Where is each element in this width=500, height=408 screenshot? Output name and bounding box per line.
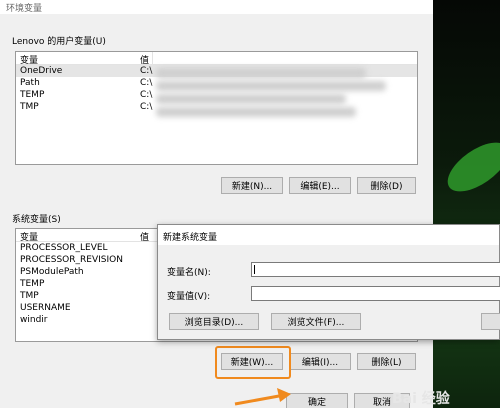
var-value: C:\ [140, 78, 153, 88]
var-name: PROCESSOR_LEVEL [20, 243, 108, 253]
text-caret [254, 265, 255, 274]
var-name: TEMP [20, 279, 45, 289]
dialog-ok-button-partial[interactable] [481, 313, 500, 330]
sub-dialog-titlebar: 新建系统变量 [158, 225, 499, 245]
redacted-value [156, 94, 346, 104]
title-bar: 环境变量 [0, 0, 433, 14]
ok-button[interactable]: 确定 [286, 393, 348, 408]
system-vars-label: 系统变量(S) [12, 215, 61, 225]
redacted-value [156, 68, 366, 78]
redacted-value [156, 81, 386, 91]
var-name: TEMP [20, 90, 45, 100]
variable-value-label: 变量值(V): [167, 292, 211, 302]
desktop-background [433, 0, 500, 408]
environment-variables-dialog: 环境变量 Lenovo 的用户变量(U) 变量 值 OneDrive C:\ P… [0, 0, 433, 408]
var-value: C:\ [140, 102, 153, 112]
var-name: TMP [20, 291, 39, 301]
var-name: windir [20, 315, 48, 325]
var-name: OneDrive [20, 66, 63, 76]
leaf-shape [439, 132, 500, 202]
var-name: PSModulePath [20, 267, 84, 277]
system-delete-button[interactable]: 删除(L) [357, 353, 416, 370]
baidu-watermark: Bai 经验 [392, 391, 450, 407]
arrow-annotation [234, 388, 291, 406]
new-system-variable-dialog: 新建系统变量 变量名(N): 变量值(V): 浏览目录(D)... 浏览文件(F… [157, 224, 500, 340]
user-vars-list[interactable]: 变量 值 OneDrive C:\ Path C:\ TEMP C:\ TMP … [15, 51, 418, 165]
var-name: Path [20, 78, 40, 88]
variable-value-input[interactable] [251, 286, 500, 301]
user-vars-header: 变量 值 [16, 52, 417, 66]
var-name: USERNAME [20, 303, 71, 313]
redacted-value [156, 107, 356, 117]
user-new-button[interactable]: 新建(N)... [221, 177, 283, 194]
user-edit-button[interactable]: 编辑(E)... [289, 177, 351, 194]
var-name: TMP [20, 102, 39, 112]
system-edit-button[interactable]: 编辑(I)... [289, 353, 351, 370]
variable-name-label: 变量名(N): [167, 268, 211, 278]
var-value: C:\ [140, 66, 153, 76]
sub-dialog-title: 新建系统变量 [163, 233, 218, 243]
browse-directory-button[interactable]: 浏览目录(D)... [169, 313, 259, 330]
window-title: 环境变量 [6, 4, 43, 14]
variable-name-input[interactable] [251, 262, 500, 277]
var-value: C:\ [140, 90, 153, 100]
highlight-box [215, 346, 291, 379]
var-name: PROCESSOR_REVISION [20, 255, 123, 265]
browse-file-button[interactable]: 浏览文件(F)... [271, 313, 361, 330]
user-delete-button[interactable]: 删除(D) [357, 177, 416, 194]
user-vars-label: Lenovo 的用户变量(U) [12, 37, 106, 47]
